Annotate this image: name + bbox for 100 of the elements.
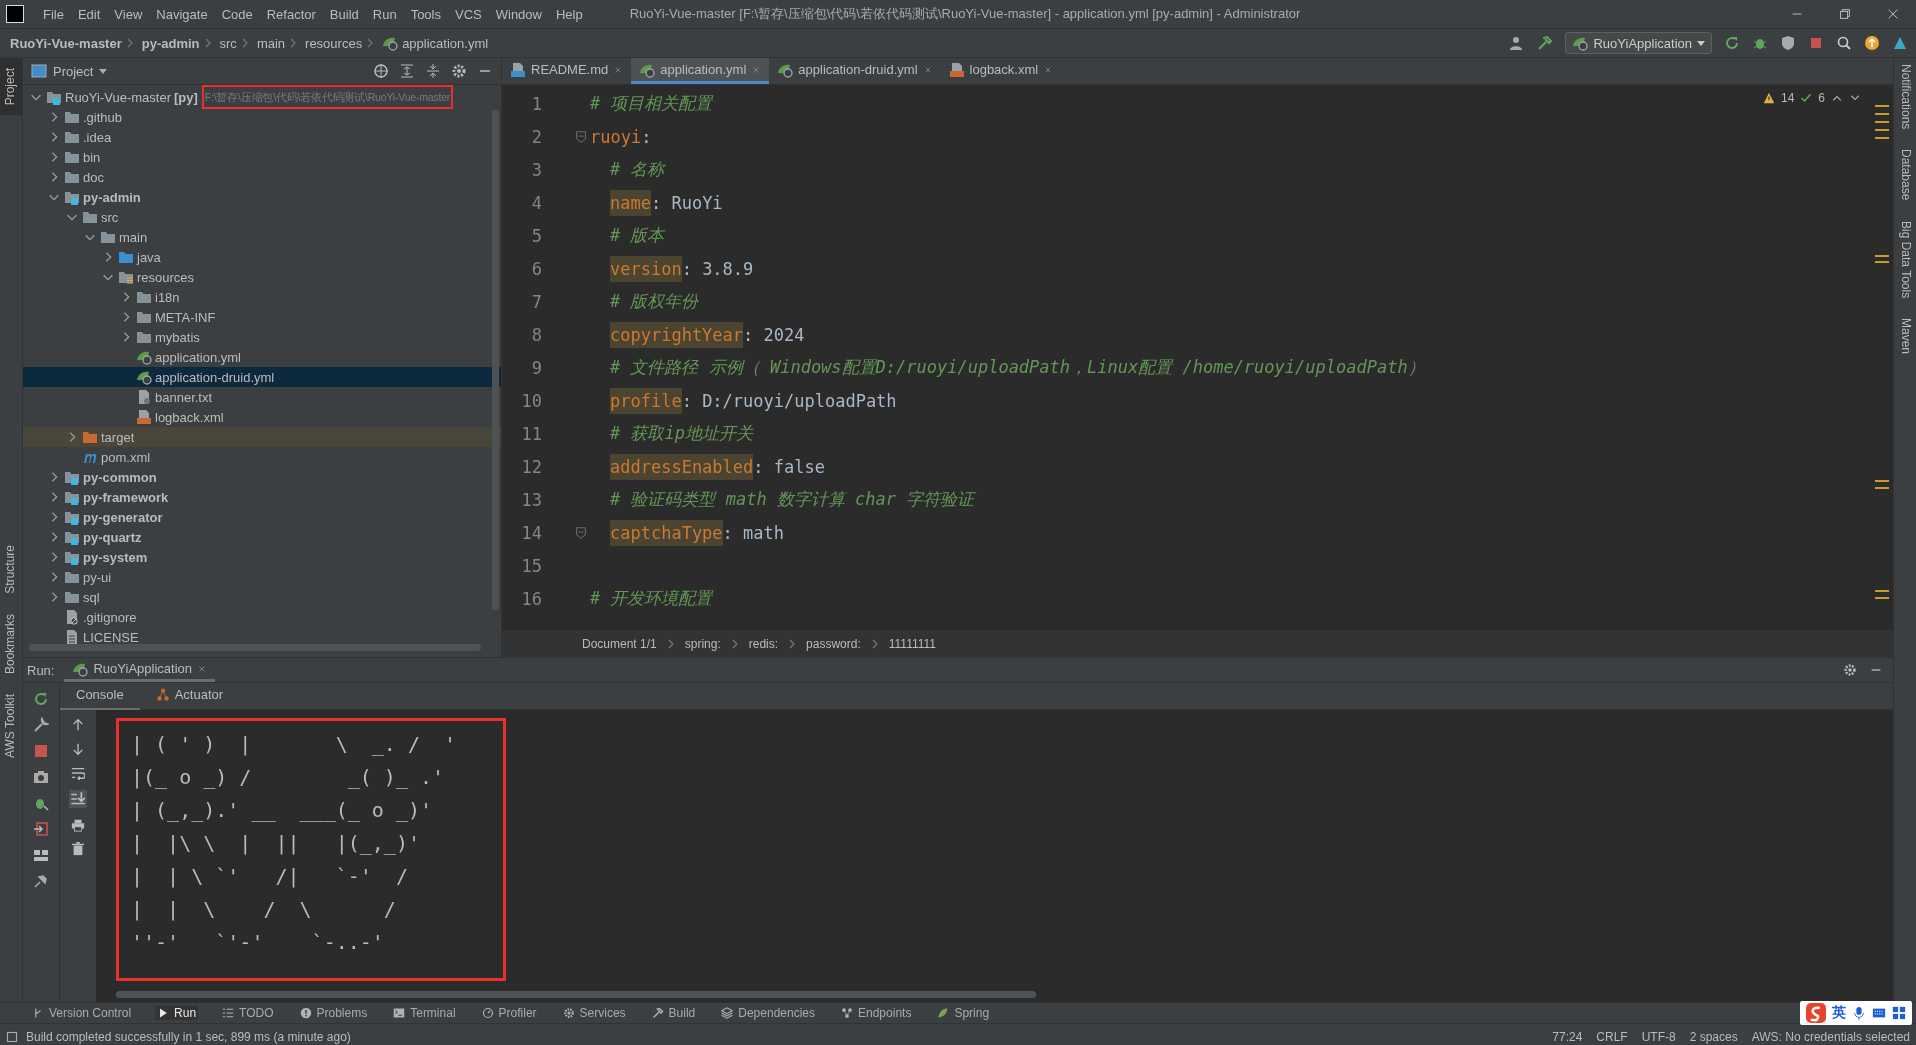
status-item[interactable]: 77:24 [1552,1029,1583,1044]
editor-tab[interactable]: application.yml [631,58,770,84]
tree-item[interactable]: LICENSE [23,627,501,644]
keyboard-icon[interactable] [1872,1006,1886,1020]
tool-window-button[interactable]: Run [155,1006,199,1020]
menu-item[interactable]: VCS [448,6,489,22]
print-icon[interactable] [71,818,85,832]
horizontal-scrollbar[interactable] [29,644,481,651]
vertical-scrollbar[interactable] [492,110,499,610]
breadcrumb[interactable]: py-admin [141,35,200,51]
editor-tab[interactable]: README.md [502,58,632,84]
ok-count[interactable]: 6 [1818,91,1825,105]
tool-window-tab[interactable]: Maven [1894,317,1916,354]
menu-item[interactable]: Tools [403,6,448,22]
tree-item[interactable]: resources [23,267,501,287]
tree-item[interactable]: bin [23,147,501,167]
ime-mode[interactable]: 英 [1832,1004,1846,1022]
breadcrumb[interactable]: application.yml [402,35,489,51]
stop-icon[interactable] [33,743,49,759]
tree-item[interactable]: i18n [23,287,501,307]
arrow-down-icon[interactable] [71,742,85,756]
warning-icon[interactable] [1762,92,1775,104]
target-icon[interactable] [373,63,389,79]
collapse-all-icon[interactable] [425,63,441,79]
fold-icon[interactable] [574,525,588,540]
close-icon[interactable] [613,64,624,75]
tree-item[interactable]: src [23,207,501,227]
update-icon[interactable] [1864,35,1880,51]
close-icon[interactable] [922,64,933,75]
layout-icon[interactable] [33,847,49,863]
scroll-to-end-icon[interactable] [69,790,87,808]
tree-item[interactable]: py-admin [23,187,501,207]
square-icon[interactable] [6,1030,18,1043]
tool-window-button[interactable]: Problems [297,1006,370,1020]
run-tab[interactable]: RuoYiApplication [64,658,215,682]
tool-window-button[interactable]: Version Control [30,1006,134,1020]
tree-item[interactable]: py-system [23,547,501,567]
settings-icon[interactable] [1843,663,1857,677]
status-item[interactable]: UTF-8 [1641,1029,1676,1044]
menu-item[interactable]: Help [548,6,590,22]
editor-tab[interactable]: logback.xml [940,58,1062,84]
rerun-icon[interactable] [33,691,49,707]
tool-window-tab[interactable]: Big Data Tools [1894,220,1916,298]
tree-item[interactable]: py-common [23,467,501,487]
tree-item[interactable]: application.yml [23,347,501,367]
horizontal-scrollbar[interactable] [116,991,1036,998]
close-icon[interactable] [197,663,207,674]
stop-icon[interactable] [1808,35,1824,51]
tree-item[interactable]: banner.txt [23,387,501,407]
tree-item[interactable]: py-quartz [23,527,501,547]
tool-window-button[interactable]: Spring [935,1006,992,1020]
camera-icon[interactable] [33,769,49,785]
close-icon[interactable] [1886,7,1900,21]
console-tab[interactable]: Actuator [139,681,240,711]
trash-icon[interactable] [71,842,85,856]
tool-window-button[interactable]: Dependencies [719,1006,817,1020]
menu-item[interactable]: Refactor [259,6,323,22]
breadcrumb[interactable]: RuoYi-Vue-master [10,35,122,51]
wrench-icon[interactable] [33,717,49,733]
expand-all-icon[interactable] [399,63,415,79]
breadcrumb[interactable]: resources [305,35,363,51]
status-item[interactable]: CRLF [1596,1029,1628,1044]
warning-count[interactable]: 14 [1780,91,1795,105]
tree-item[interactable]: doc [23,167,501,187]
menu-item[interactable]: File [36,6,71,22]
check-icon[interactable] [1800,92,1813,104]
fold-icon[interactable] [574,129,588,144]
tool-window-tab[interactable]: Project [0,58,22,116]
tree-item[interactable]: main [23,227,501,247]
breadcrumb[interactable]: 11111111 [888,637,936,651]
tree-item[interactable]: sql [23,587,501,607]
microphone-icon[interactable] [1852,1006,1866,1020]
menu-item[interactable]: Code [214,6,260,22]
menu-item[interactable]: Window [488,6,549,22]
tree-item[interactable]: mybatis [23,327,501,347]
ime-logo-icon[interactable] [1806,1003,1826,1023]
tree-item[interactable]: .github [23,107,501,127]
tree-item[interactable]: .gitignore [23,607,501,627]
grid-icon[interactable] [1892,1006,1906,1020]
tree-item[interactable]: pom.xml [23,447,501,467]
breadcrumb[interactable]: main [256,35,286,51]
menu-item[interactable]: Build [322,6,366,22]
tree-item[interactable]: py-ui [23,567,501,587]
tool-window-tab[interactable]: Database [1894,149,1916,201]
rerun-icon[interactable] [1724,35,1740,51]
menu-item[interactable]: Run [365,6,404,22]
pin-icon[interactable] [33,873,49,889]
tree-item[interactable]: py-generator [23,507,501,527]
tool-window-button[interactable]: Services [560,1006,628,1020]
close-icon[interactable] [1043,64,1054,75]
run-config-dropdown[interactable]: RuoYiApplication [1565,32,1712,54]
tool-window-button[interactable]: Build [649,1006,698,1020]
panel-title[interactable]: Project [53,63,94,79]
menu-item[interactable]: Navigate [149,6,215,22]
soft-wrap-icon[interactable] [71,766,85,780]
tree-item[interactable]: target [23,427,501,447]
tool-window-button[interactable]: TODO [220,1006,276,1020]
tree-item[interactable]: logback.xml [23,407,501,427]
arrow-up-icon[interactable] [71,718,85,732]
breadcrumb[interactable]: spring: [684,637,721,651]
